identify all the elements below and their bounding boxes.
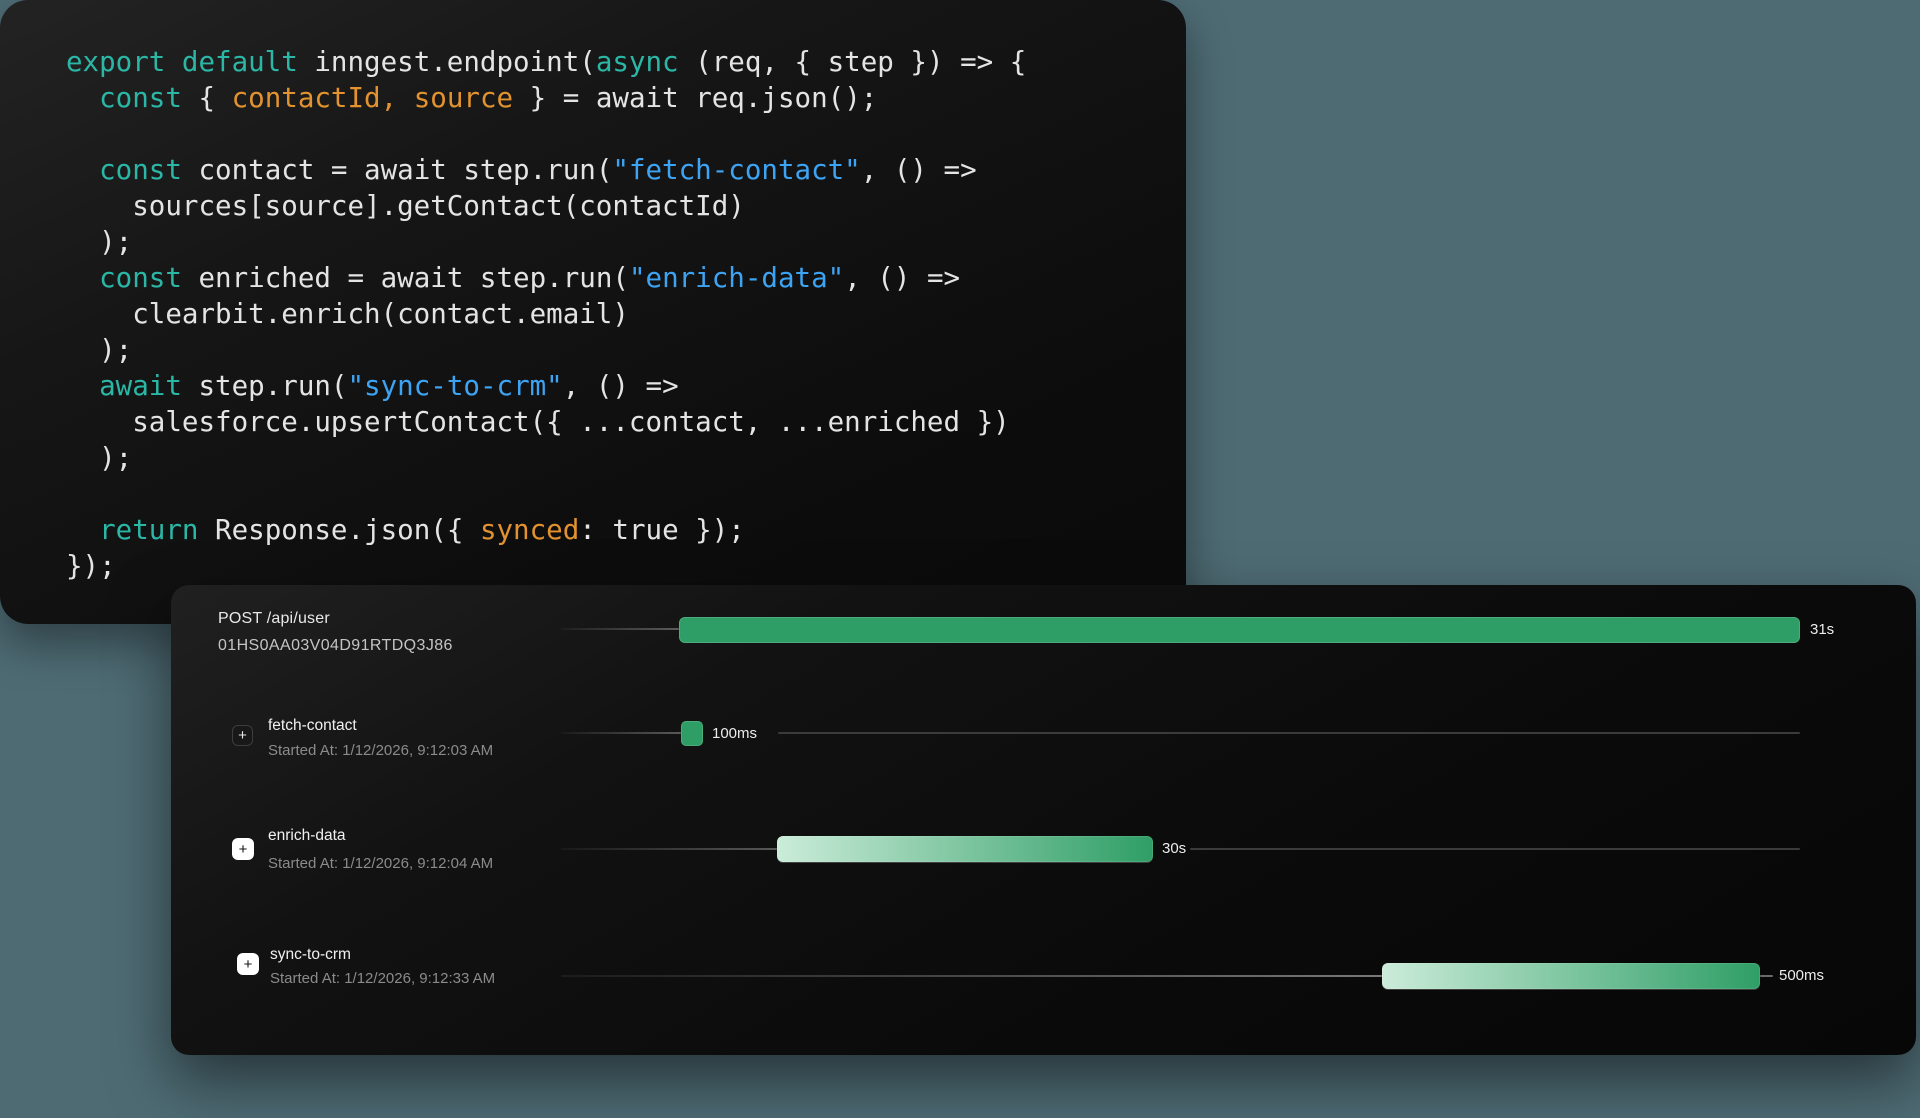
expand-step-button[interactable]: +	[232, 838, 254, 860]
trace-run-id: 01HS0AA03V04D91RTDQ3J86	[218, 637, 453, 655]
expand-step-button[interactable]: +	[237, 953, 259, 975]
trace-request-title: POST /api/user	[218, 610, 330, 628]
expand-step-button[interactable]: +	[232, 725, 253, 746]
trace-timeline-panel: POST /api/user 01HS0AA03V04D91RTDQ3J86 3…	[171, 585, 1916, 1055]
step-started-at: Started At: 1/12/2026, 9:12:03 AM	[268, 742, 493, 759]
step-span-bar[interactable]	[777, 836, 1153, 862]
step-span-bar[interactable]	[1382, 963, 1760, 989]
step-name: fetch-contact	[268, 717, 357, 735]
timeline-track-root	[561, 628, 679, 630]
root-span-bar[interactable]	[679, 617, 1800, 643]
step-span-bar[interactable]	[681, 721, 703, 746]
step-started-at: Started At: 1/12/2026, 9:12:04 AM	[268, 855, 493, 872]
code-editor-panel: export default inngest.endpoint(async (r…	[0, 0, 1186, 624]
code-block: export default inngest.endpoint(async (r…	[66, 44, 1176, 614]
step-duration-label: 100ms	[712, 725, 757, 742]
timeline-track	[778, 732, 1800, 734]
step-name: enrich-data	[268, 827, 346, 845]
timeline-track	[561, 732, 681, 734]
timeline-track	[1190, 848, 1800, 850]
timeline-track	[561, 848, 777, 850]
step-started-at: Started At: 1/12/2026, 9:12:33 AM	[270, 970, 495, 987]
step-duration-label: 500ms	[1779, 967, 1824, 984]
root-duration-label: 31s	[1810, 621, 1834, 638]
timeline-track	[1760, 975, 1773, 977]
step-duration-label: 30s	[1162, 840, 1186, 857]
step-name: sync-to-crm	[270, 946, 351, 964]
timeline-track	[561, 975, 1382, 977]
